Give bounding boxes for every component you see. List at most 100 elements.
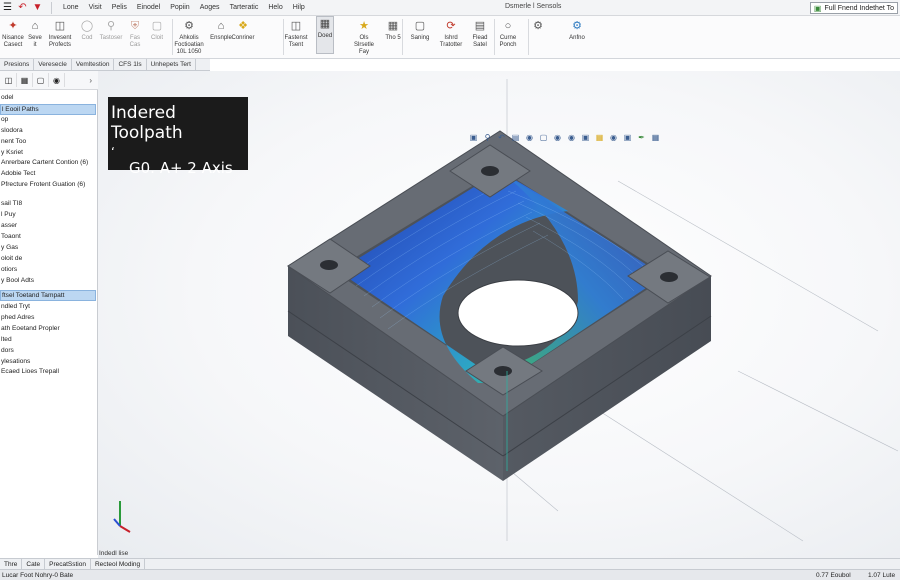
view-orientation-icon[interactable]: ◉ xyxy=(524,132,535,143)
feature-tree-icon[interactable]: ◫ xyxy=(1,73,17,87)
tree-item[interactable]: Pfrecture Frotent Guation (6) xyxy=(0,180,96,191)
tree-item[interactable]: Anrerbare Cartent Contion (6) xyxy=(0,158,96,169)
menu-visit[interactable]: Visit xyxy=(84,4,107,11)
document-title: Dsmerle l Sensols xyxy=(505,3,562,10)
tree-item[interactable]: dors xyxy=(0,346,96,357)
menu-einodel[interactable]: Einodel xyxy=(132,4,165,11)
star-icon: ★ xyxy=(359,19,369,32)
tab-vemltestion[interactable]: Vemltestion xyxy=(72,58,115,71)
save-icon: ▢ xyxy=(414,19,426,32)
overlay-title: Indered Toolpath xyxy=(111,103,183,143)
app-menu-icon[interactable]: ☰ xyxy=(0,0,15,15)
tree-item-selected[interactable]: ftsel Toetand Tampatt xyxy=(0,290,96,301)
zoom-area-icon[interactable]: ⚲ xyxy=(482,132,493,143)
tree-item[interactable]: ylesations xyxy=(0,357,96,368)
check-icon: ▣ xyxy=(813,3,822,13)
bottom-tab-bar: Thre Cate PrecatSstion Recteol Moding xyxy=(0,558,900,570)
grid-icon[interactable]: ▦ xyxy=(650,132,661,143)
previous-view-icon[interactable]: ↶ xyxy=(496,132,507,143)
display-icon[interactable]: ◉ xyxy=(49,73,65,87)
heads-up-toolbar: ▣ ⚲ ↶ ▤ ◉ ▢ ◉ ◉ ▣ ▦ ◉ ▣ ✒ ▦ xyxy=(468,131,661,143)
status-right: 1.07 Lute xyxy=(868,572,896,579)
tree-item[interactable]: slodora xyxy=(0,126,96,137)
section-view-icon[interactable]: ▤ xyxy=(510,132,521,143)
graphics-viewport[interactable]: ▣ ⚲ ↶ ▤ ◉ ▢ ◉ ◉ ▣ ▦ ◉ ▣ ✒ ▦ Indered Tool… xyxy=(98,71,900,558)
punch-icon: ○ xyxy=(504,19,512,32)
settings-icon: ⚙ xyxy=(572,19,582,32)
part-body xyxy=(287,130,712,481)
render-icon[interactable]: ◉ xyxy=(608,132,619,143)
ribbon-toolbar: ✦ Nisance Casect ⌂ Seve it ◫ Invesent Profe… xyxy=(0,16,900,59)
project-icon: ◫ xyxy=(54,19,66,32)
tab-precatsstion[interactable]: PrecatSstion xyxy=(45,558,91,570)
menu-bar: ☰ ↶ ▼ Lone Visit Pelis Einodel Popiin Ao… xyxy=(0,0,900,16)
scene-icon[interactable]: ▣ xyxy=(580,132,591,143)
panel-tab-bar: Presions Veresecle Vemltestion CFS 1ls U… xyxy=(0,58,210,71)
menu-lone[interactable]: Lone xyxy=(58,4,84,11)
undo-icon[interactable]: ↶ xyxy=(15,0,30,15)
appearance-icon[interactable]: ◉ xyxy=(566,132,577,143)
tab-unhepets[interactable]: Unhepets Tert xyxy=(147,58,196,71)
tab-cate[interactable]: Cate xyxy=(22,558,46,570)
monitor-icon[interactable]: ▣ xyxy=(622,132,633,143)
panel-icon-bar: ◫ ▦ ▢ ◉ › xyxy=(0,71,98,90)
menu-helo[interactable]: Helo xyxy=(263,4,287,11)
tree-item[interactable]: otiors xyxy=(0,265,96,276)
viewport-footer-label: Indedl lise xyxy=(99,550,129,557)
menu-aoges[interactable]: Aoges xyxy=(195,4,225,11)
feature-tree: odel l Eooil Paths op slodora nent Too y… xyxy=(0,90,98,555)
tree-item[interactable]: l Puy xyxy=(0,210,96,221)
tab-veresecle[interactable]: Veresecle xyxy=(34,58,72,71)
tree-item[interactable]: lted xyxy=(0,335,96,346)
tree-item[interactable]: ath Eoetand Propler xyxy=(0,324,96,335)
chevron-right-icon[interactable]: › xyxy=(89,76,92,85)
tree-item[interactable]: op xyxy=(0,115,96,126)
ribbon-button-small-gear[interactable]: ⚙ xyxy=(529,19,547,33)
hide-show-icon[interactable]: ◉ xyxy=(552,132,563,143)
tab-recteol-moding[interactable]: Recteol Moding xyxy=(91,558,146,570)
axis-triad xyxy=(113,501,131,533)
gear-icon: ⚙ xyxy=(533,19,543,32)
tab-presions[interactable]: Presions xyxy=(0,58,35,71)
highlight-icon[interactable]: ▦ xyxy=(594,132,605,143)
tree-item[interactable]: y Gas xyxy=(0,243,96,254)
ribbon-button-curne[interactable]: ○ Curne Ponch xyxy=(489,19,527,49)
tree-item[interactable]: phed Adres xyxy=(0,313,96,324)
menu-popiin[interactable]: Popiin xyxy=(165,4,194,11)
tree-item-selected[interactable]: l Eooil Paths xyxy=(0,104,96,115)
menu-hilp[interactable]: Hilp xyxy=(288,4,310,11)
tree-item[interactable]: nent Too xyxy=(0,137,96,148)
tree-item[interactable]: y Ksriet xyxy=(0,148,96,159)
tree-item[interactable]: y Bool Adts xyxy=(0,276,96,287)
tree-item[interactable]: odel xyxy=(0,93,96,104)
status-units: 0.77 Eoubol xyxy=(816,572,851,579)
ribbon-button-anfno[interactable]: ⚙ Anfno xyxy=(558,19,596,42)
overlay-subtitle: G0. A+ 2 Axis xyxy=(129,159,233,177)
tree-item[interactable]: Toaont xyxy=(0,232,96,243)
tab-cfs[interactable]: CFS 1ls xyxy=(114,58,147,71)
toolpath-info-overlay: Indered Toolpath ‘ G0. A+ 2 Axis xyxy=(108,97,248,177)
ribbon-button-doed[interactable]: ▦ Doed xyxy=(316,16,334,54)
tree-item[interactable]: sail TI8 xyxy=(0,199,96,210)
tree-item[interactable]: Adobie Tect xyxy=(0,169,96,180)
tab-thre[interactable]: Thre xyxy=(0,558,23,570)
property-icon[interactable]: ▦ xyxy=(17,73,33,87)
search-box[interactable]: ▣ Full Fnend Indethet To xyxy=(809,2,898,14)
config-icon[interactable]: ▢ xyxy=(33,73,49,87)
tree-item[interactable]: ndled Tryt xyxy=(0,302,96,313)
ribbon-button-conriner[interactable]: ❖ Conriner xyxy=(224,19,262,42)
tree-item[interactable]: oloit de xyxy=(0,254,96,265)
menu-tarteratic[interactable]: Tarteratic xyxy=(225,4,264,11)
status-left: Lucar Foot Nohry-0 Bate xyxy=(2,572,74,579)
tree-item[interactable]: Ecaed Lioes Trepall xyxy=(0,367,96,378)
overlay-mark: ‘ xyxy=(111,145,115,159)
rotate-icon: ⟳ xyxy=(446,19,456,32)
display-style-icon[interactable]: ▢ xyxy=(538,132,549,143)
zoom-fit-icon[interactable]: ▣ xyxy=(468,132,479,143)
ribbon-button-fastenst[interactable]: ◫ Fastenst Tsent xyxy=(277,19,315,49)
status-bar: Lucar Foot Nohry-0 Bate 0.77 Eoubol 1.07… xyxy=(0,569,900,580)
menu-pelis[interactable]: Pelis xyxy=(107,4,132,11)
pen-icon[interactable]: ✒ xyxy=(636,132,647,143)
tree-item[interactable]: asser xyxy=(0,221,96,232)
redo-icon[interactable]: ▼ xyxy=(30,0,45,15)
